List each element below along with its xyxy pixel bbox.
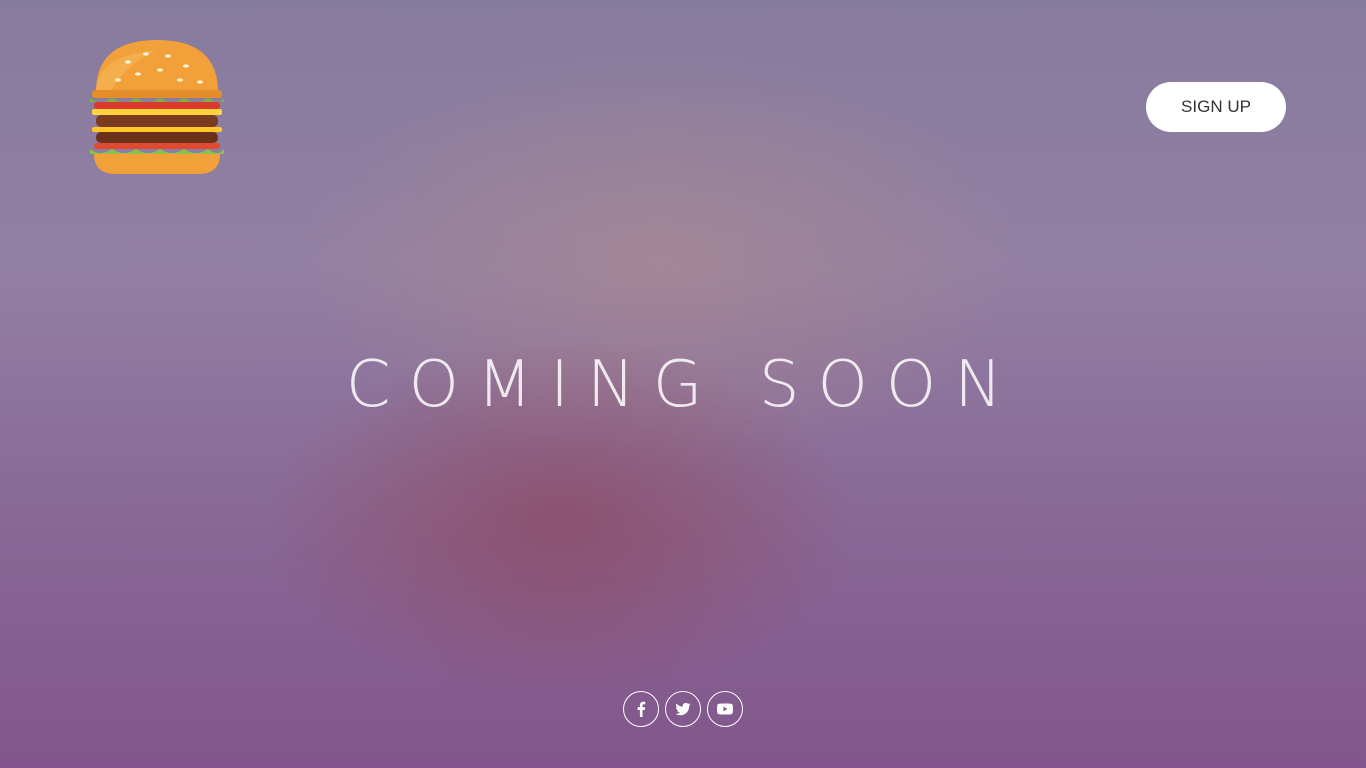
twitter-icon[interactable]	[665, 691, 701, 727]
social-links	[0, 691, 1366, 727]
facebook-icon[interactable]	[623, 691, 659, 727]
burger-logo-icon[interactable]	[88, 36, 226, 178]
page-headline: COMING SOON	[345, 348, 1021, 422]
youtube-icon[interactable]	[707, 691, 743, 727]
signup-button[interactable]: SIGN UP	[1146, 82, 1286, 132]
